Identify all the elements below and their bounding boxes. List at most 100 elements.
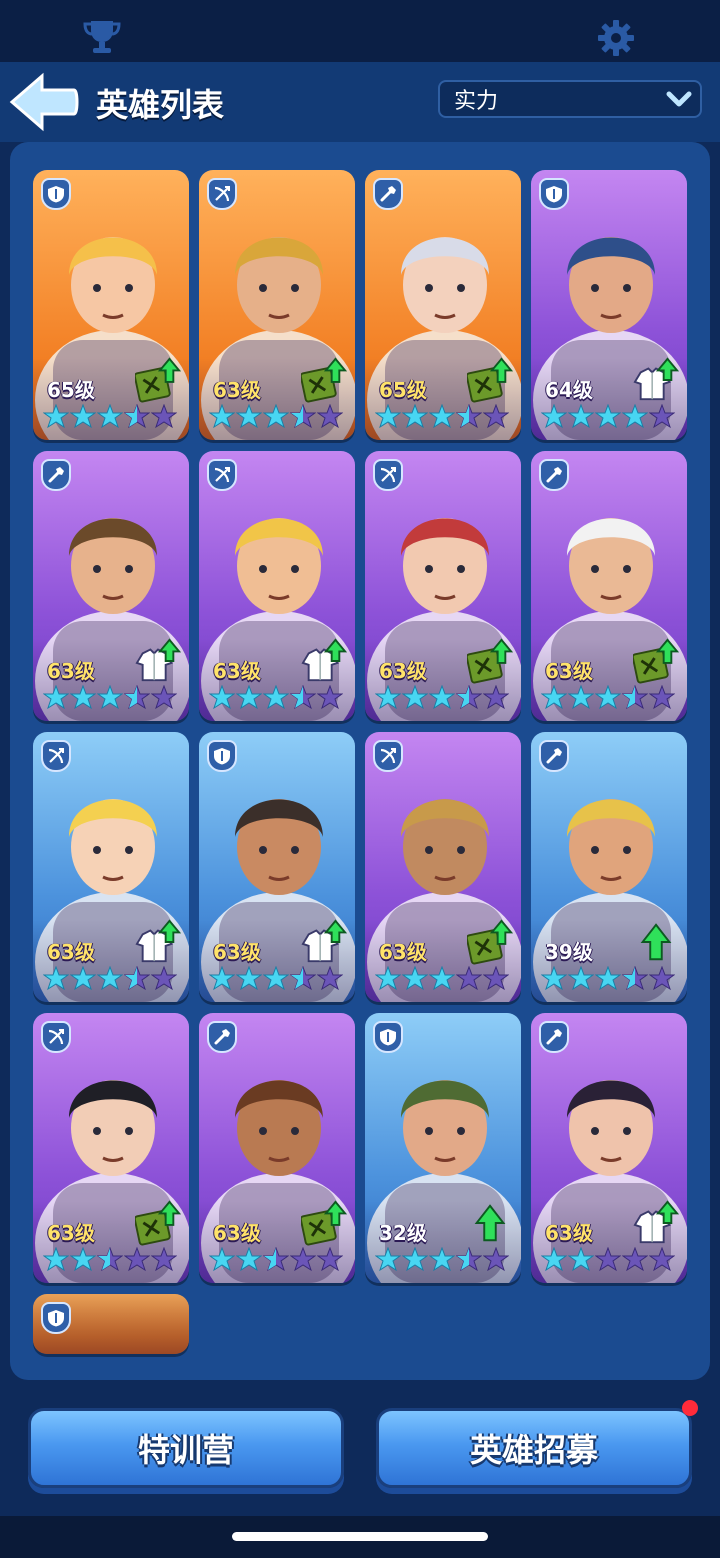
star-icon xyxy=(375,1247,401,1272)
hero-level: 39级 xyxy=(545,940,593,964)
hero-card[interactable]: 39级 xyxy=(531,732,687,1002)
hero-level: 63级 xyxy=(379,940,427,964)
star-rating xyxy=(43,404,185,430)
hero-level: 63级 xyxy=(213,659,261,683)
star-icon xyxy=(236,404,262,429)
star-icon xyxy=(483,1247,509,1272)
star-icon xyxy=(483,685,509,710)
star-icon xyxy=(317,685,343,710)
star-icon xyxy=(595,966,621,991)
crossbow-class-icon xyxy=(207,178,237,210)
star-icon xyxy=(70,1247,96,1272)
wrench-class-icon xyxy=(539,459,569,491)
star-rating xyxy=(375,685,517,711)
crossbow-class-icon xyxy=(41,1021,71,1053)
hero-level: 32级 xyxy=(379,1221,427,1245)
star-icon xyxy=(375,404,401,429)
back-arrow-icon[interactable] xyxy=(8,72,80,132)
manual-up-icon xyxy=(467,638,513,684)
star-icon xyxy=(456,966,482,991)
star-icon xyxy=(43,1247,69,1272)
star-icon xyxy=(595,1247,621,1272)
crossbow-class-icon xyxy=(373,740,403,772)
star-icon xyxy=(595,685,621,710)
hero-card[interactable]: 63级 xyxy=(199,1013,355,1283)
hero-level: 63级 xyxy=(545,1221,593,1245)
home-indicator-bar xyxy=(0,1516,720,1558)
star-icon xyxy=(236,966,262,991)
star-icon xyxy=(70,404,96,429)
star-rating xyxy=(541,404,683,430)
training-camp-button[interactable]: 特训营 xyxy=(28,1408,344,1488)
star-icon xyxy=(290,404,316,429)
star-icon xyxy=(541,1247,567,1272)
chevron-down-icon xyxy=(666,91,692,107)
star-icon xyxy=(97,685,123,710)
manual-up-icon xyxy=(633,638,679,684)
uniform-up-icon xyxy=(135,919,181,963)
hero-card[interactable]: 64级 xyxy=(531,170,687,440)
uniform-up-icon xyxy=(633,1200,679,1244)
star-rating xyxy=(209,685,351,711)
star-icon xyxy=(402,404,428,429)
star-icon xyxy=(649,404,675,429)
sort-selected-value: 实力 xyxy=(454,89,499,114)
hero-level: 63级 xyxy=(213,1221,261,1245)
hero-card[interactable] xyxy=(33,1294,189,1354)
hero-recruit-button[interactable]: 英雄招募 xyxy=(376,1408,692,1488)
star-icon xyxy=(622,404,648,429)
uniform-up-icon xyxy=(135,638,181,682)
star-icon xyxy=(568,966,594,991)
wrench-class-icon xyxy=(539,740,569,772)
hero-card[interactable]: 32级 xyxy=(365,1013,521,1283)
hero-card[interactable]: 63级 xyxy=(33,451,189,721)
star-icon xyxy=(649,966,675,991)
star-icon xyxy=(151,966,177,991)
home-indicator[interactable] xyxy=(232,1532,488,1541)
hero-card[interactable]: 65级 xyxy=(33,170,189,440)
star-icon xyxy=(429,404,455,429)
hero-card[interactable]: 63级 xyxy=(365,732,521,1002)
star-icon xyxy=(541,404,567,429)
hero-card[interactable]: 63级 xyxy=(199,732,355,1002)
uniform-up-icon xyxy=(633,357,679,401)
trophy-icon[interactable] xyxy=(82,18,122,56)
star-icon xyxy=(622,685,648,710)
star-icon xyxy=(151,404,177,429)
hero-card[interactable]: 63级 xyxy=(33,1013,189,1283)
hero-level: 63级 xyxy=(213,378,261,402)
star-rating xyxy=(43,966,185,992)
uniform-up-icon xyxy=(301,919,347,963)
star-icon xyxy=(97,1247,123,1272)
hero-level: 64级 xyxy=(545,378,593,402)
hero-card[interactable]: 63级 xyxy=(199,170,355,440)
wrench-class-icon xyxy=(207,1021,237,1053)
wrench-class-icon xyxy=(41,459,71,491)
star-rating xyxy=(209,404,351,430)
star-icon xyxy=(70,966,96,991)
gear-icon[interactable] xyxy=(596,18,636,58)
hero-card[interactable]: 65级 xyxy=(365,170,521,440)
star-icon xyxy=(375,685,401,710)
star-icon xyxy=(209,1247,235,1272)
star-icon xyxy=(124,404,150,429)
hero-card[interactable]: 63级 xyxy=(365,451,521,721)
hero-card[interactable]: 63级 xyxy=(531,1013,687,1283)
star-icon xyxy=(209,966,235,991)
hero-level: 65级 xyxy=(379,378,427,402)
star-icon xyxy=(263,404,289,429)
star-icon xyxy=(429,1247,455,1272)
hero-grid-panel: 65级 63级 65级 64级 63级 63级 63级 63级 63级 63级 63级 39级 63级 6… xyxy=(10,142,710,1380)
star-icon xyxy=(290,1247,316,1272)
star-rating xyxy=(541,685,683,711)
hero-card[interactable]: 63级 xyxy=(33,732,189,1002)
sort-dropdown[interactable]: 实力 xyxy=(438,80,702,118)
top-bar xyxy=(0,0,720,62)
hero-card[interactable]: 63级 xyxy=(199,451,355,721)
star-icon xyxy=(541,685,567,710)
star-icon xyxy=(124,966,150,991)
star-icon xyxy=(622,1247,648,1272)
star-icon xyxy=(317,1247,343,1272)
star-icon xyxy=(236,1247,262,1272)
hero-card[interactable]: 63级 xyxy=(531,451,687,721)
